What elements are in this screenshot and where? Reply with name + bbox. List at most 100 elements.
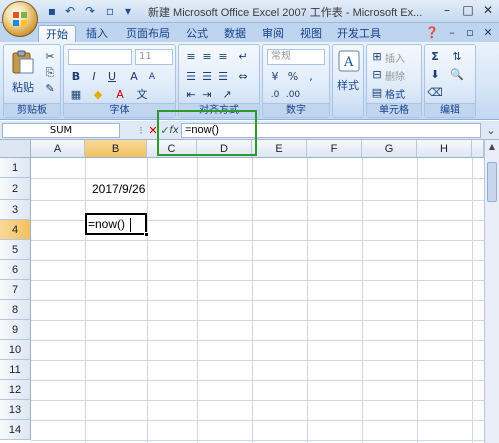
close-button[interactable]: ✕ [478, 1, 498, 19]
row-header-6[interactable]: 6 [0, 260, 31, 280]
delete-cells-button[interactable]: 删除 [385, 68, 405, 83]
row-header-13[interactable]: 13 [0, 400, 31, 420]
font-name-combo[interactable] [68, 49, 132, 65]
row-header-14[interactable]: 14 [0, 420, 31, 440]
delete-cells-icon[interactable]: ⊟ [369, 67, 385, 83]
ribbon-close-icon[interactable]: ✕ [480, 25, 496, 41]
align-top-icon[interactable]: ≡ [183, 49, 199, 65]
paste-button[interactable]: 粘贴 [8, 79, 38, 95]
orientation-icon[interactable]: ↗ [219, 87, 235, 103]
fill-handle[interactable] [144, 232, 149, 237]
row-header-1[interactable]: 1 [0, 158, 31, 178]
tab-page-layout[interactable]: 页面布局 [118, 25, 178, 42]
office-button[interactable] [2, 1, 38, 37]
clear-icon[interactable]: ⌫ [427, 85, 443, 101]
phonetic-icon[interactable]: 文 [134, 87, 150, 103]
select-all-corner[interactable] [0, 140, 31, 158]
tab-home[interactable]: 开始 [38, 25, 76, 42]
column-header-h[interactable]: H [417, 140, 472, 158]
comma-icon[interactable]: , [303, 69, 319, 85]
ribbon-minimize-icon[interactable]: – [444, 25, 460, 41]
active-cell-b4[interactable]: =now() [85, 213, 149, 237]
row-header-4[interactable]: 4 [0, 220, 31, 240]
styles-icon[interactable]: A [337, 49, 361, 73]
align-middle-icon[interactable]: ≡ [199, 49, 215, 65]
tab-formulas[interactable]: 公式 [180, 25, 214, 42]
increase-decimal-icon[interactable]: .0 [267, 87, 283, 103]
minimize-button[interactable]: – [437, 1, 457, 19]
scroll-thumb[interactable] [487, 162, 497, 202]
row-header-11[interactable]: 11 [0, 360, 31, 380]
percent-icon[interactable]: % [285, 69, 301, 85]
bold-button[interactable]: B [68, 69, 84, 85]
quick-access-menu-icon[interactable]: ▾ [120, 4, 136, 19]
row-header-12[interactable]: 12 [0, 380, 31, 400]
row-header-8[interactable]: 8 [0, 300, 31, 320]
autosum-icon[interactable]: Σ [427, 49, 443, 65]
tab-review[interactable]: 审阅 [256, 25, 290, 42]
save-icon[interactable]: ▪ [44, 4, 60, 19]
row-header-10[interactable]: 10 [0, 340, 31, 360]
paste-icon[interactable] [10, 49, 36, 75]
currency-icon[interactable]: ¥ [267, 69, 283, 85]
increase-indent-icon[interactable]: ⇥ [199, 87, 215, 103]
row-header-3[interactable]: 3 [0, 200, 31, 220]
undo-icon[interactable]: ↶ [62, 4, 78, 19]
row-header-9[interactable]: 9 [0, 320, 31, 340]
align-right-icon[interactable]: ☰ [215, 69, 231, 85]
column-header-e[interactable]: E [252, 140, 307, 158]
cell-b2[interactable]: 2017/9/26 [92, 182, 145, 196]
merge-center-icon[interactable]: ⇔ [235, 69, 251, 85]
insert-cells-button[interactable]: 插入 [385, 50, 405, 65]
font-shrink-icon[interactable]: A [144, 69, 160, 85]
decrease-indent-icon[interactable]: ⇤ [183, 87, 199, 103]
clipboard-group-label: 剪贴板 [4, 103, 60, 117]
print-preview-icon[interactable]: ▫ [102, 4, 118, 19]
window-title: 新建 Microsoft Office Excel 2007 工作表 - Mic… [148, 7, 423, 19]
maximize-button[interactable]: □ [458, 1, 478, 19]
help-icon[interactable]: ❓ [424, 25, 440, 41]
vertical-scrollbar[interactable]: ▲ [484, 140, 499, 443]
underline-button[interactable]: U [104, 69, 120, 85]
font-grow-icon[interactable]: A [126, 69, 142, 85]
fill-icon[interactable]: ⬇ [427, 67, 443, 83]
tab-developer[interactable]: 开发工具 [334, 25, 384, 42]
name-box[interactable]: SUM [2, 123, 120, 138]
sort-filter-icon[interactable]: ⇅ [449, 49, 465, 65]
styles-button[interactable]: 样式 [333, 77, 363, 93]
number-format-combo[interactable]: 常规 [267, 49, 325, 65]
format-painter-icon[interactable]: ✎ [42, 81, 58, 97]
redo-icon[interactable]: ↷ [82, 4, 98, 19]
format-cells-button[interactable]: 格式 [385, 86, 405, 101]
italic-button[interactable]: I [86, 69, 102, 85]
column-header-partial[interactable] [472, 140, 484, 158]
wrap-text-icon[interactable]: ↵ [235, 49, 251, 65]
insert-cells-icon[interactable]: ⊞ [369, 49, 385, 65]
ribbon-restore-icon[interactable]: ▫ [462, 25, 478, 41]
align-center-icon[interactable]: ☰ [199, 69, 215, 85]
font-color-icon[interactable]: A [112, 87, 128, 103]
cut-icon[interactable]: ✂ [42, 49, 58, 65]
column-header-f[interactable]: F [307, 140, 362, 158]
formula-bar-dropdown-icon[interactable]: ⌄ [484, 123, 498, 138]
find-select-icon[interactable]: 🔍 [449, 67, 465, 83]
tab-view[interactable]: 视图 [294, 25, 328, 42]
align-left-icon[interactable]: ☰ [183, 69, 199, 85]
align-bottom-icon[interactable]: ≡ [215, 49, 231, 65]
column-header-g[interactable]: G [362, 140, 417, 158]
column-header-b[interactable]: B [85, 140, 147, 158]
fill-color-icon[interactable]: ◆ [90, 87, 106, 103]
tab-data[interactable]: 数据 [218, 25, 252, 42]
row-header-2[interactable]: 2 [0, 178, 31, 200]
tab-insert[interactable]: 插入 [80, 25, 114, 42]
row-header-5[interactable]: 5 [0, 240, 31, 260]
decrease-decimal-icon[interactable]: .00 [285, 87, 301, 103]
cell-b4-editor[interactable]: =now() [88, 217, 125, 231]
scroll-up-icon[interactable]: ▲ [487, 142, 497, 154]
font-size-combo[interactable]: 11 [135, 49, 173, 65]
column-header-a[interactable]: A [31, 140, 85, 158]
row-header-7[interactable]: 7 [0, 280, 31, 300]
format-cells-icon[interactable]: ▤ [369, 85, 385, 101]
copy-icon[interactable]: ⎘ [42, 65, 58, 81]
border-icon[interactable]: ▦ [68, 87, 84, 103]
